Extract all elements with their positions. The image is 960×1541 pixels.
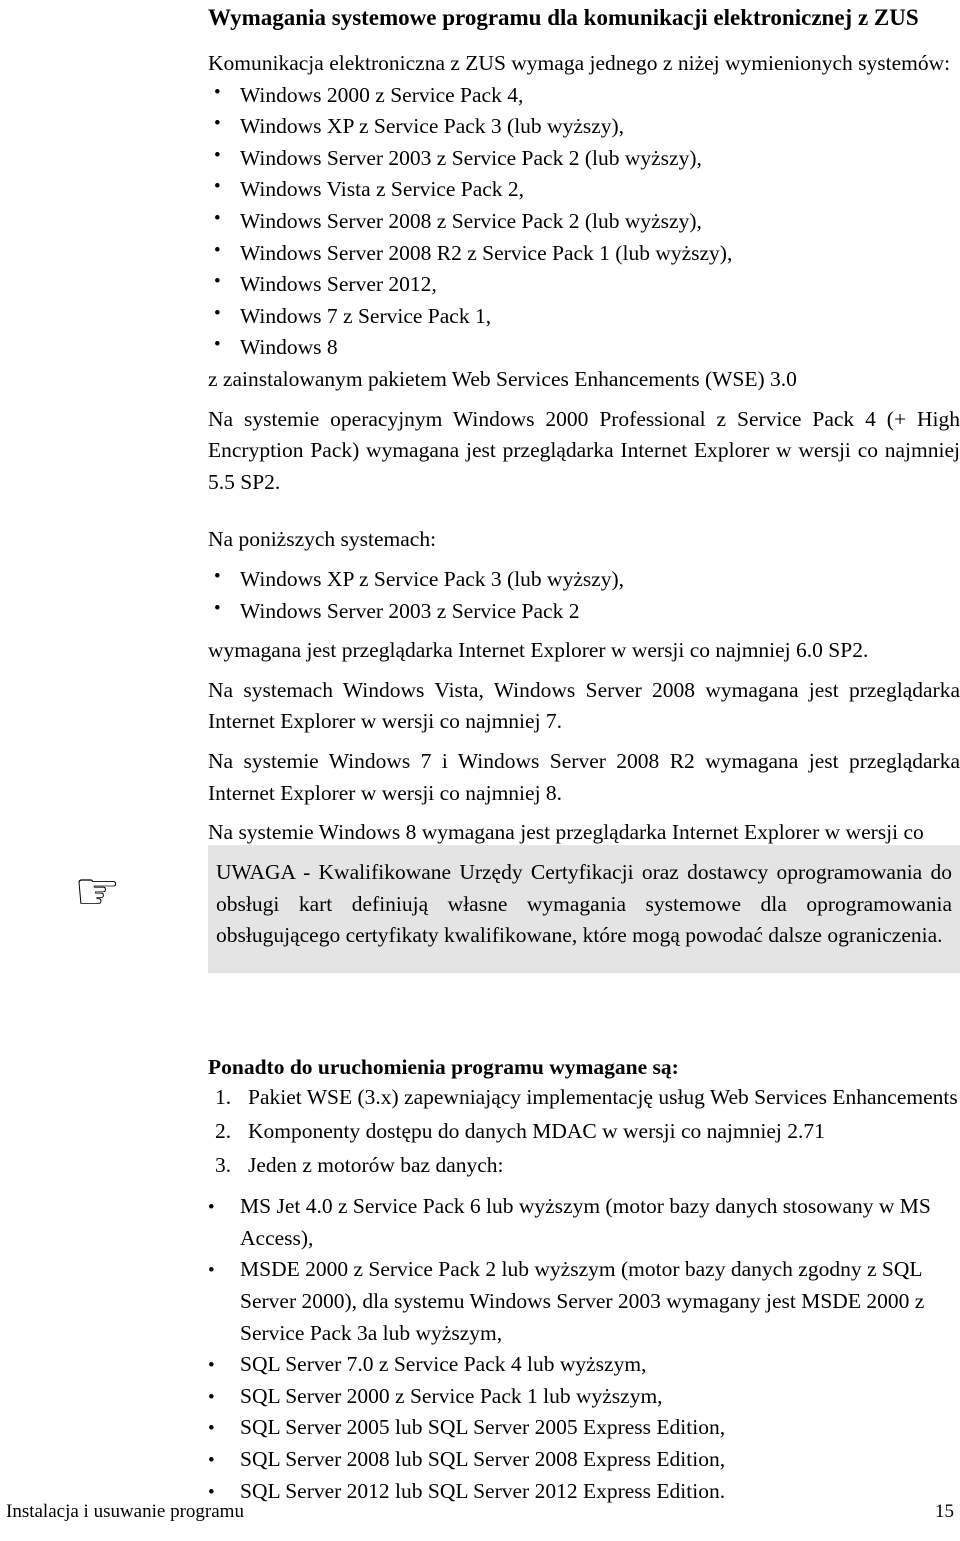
list-item: Windows Server 2008 z Service Pack 2 (lu…	[208, 205, 960, 238]
list-item: MSDE 2000 z Service Pack 2 lub wyższym (…	[208, 1254, 960, 1349]
list-item: Windows Server 2003 z Service Pack 2 (lu…	[208, 142, 960, 175]
list-item: SQL Server 2000 z Service Pack 1 lub wyż…	[208, 1381, 960, 1413]
list-item: Komponenty dostępu do danych MDAC w wers…	[215, 1116, 825, 1147]
list-item: Windows XP z Service Pack 3 (lub wyższy)…	[208, 110, 960, 143]
list-item: MS Jet 4.0 z Service Pack 6 lub wyższym …	[208, 1191, 960, 1254]
list-item: SQL Server 2005 lub SQL Server 2005 Expr…	[208, 1412, 960, 1444]
paragraph-ie7: Na systemach Windows Vista, Windows Serv…	[208, 677, 960, 734]
ponizsze-systems-list: Windows XP z Service Pack 3 (lub wyższy)…	[208, 563, 960, 628]
document-content: Wymagania systemowe programu dla komunik…	[208, 0, 960, 1507]
list-item: Windows Server 2008 R2 z Service Pack 1 …	[208, 237, 960, 270]
pointing-hand-icon: ☞	[74, 862, 121, 922]
list-item: Windows Server 2003 z Service Pack 2	[208, 595, 960, 628]
paragraph-ponizszych-intro: Na poniższych systemach:	[208, 527, 437, 552]
footer-chapter-label: Instalacja i usuwanie programu	[6, 1501, 244, 1522]
paragraph-ie8: Na systemie Windows 7 i Windows Server 2…	[208, 748, 960, 805]
document-page: Wymagania systemowe programu dla komunik…	[0, 0, 960, 1541]
list-item: Windows XP z Service Pack 3 (lub wyższy)…	[208, 563, 960, 596]
list-item: Jeden z motorów baz danych:	[215, 1150, 504, 1181]
list-item: Windows 2000 z Service Pack 4,	[208, 79, 960, 112]
list-item: Windows Vista z Service Pack 2,	[208, 173, 960, 206]
list-item: Windows 7 z Service Pack 1,	[208, 300, 960, 333]
database-engines-list: MS Jet 4.0 z Service Pack 6 lub wyższym …	[208, 1191, 960, 1507]
list-item: SQL Server 2008 lub SQL Server 2008 Expr…	[208, 1444, 960, 1476]
paragraph-ie6: wymagana jest przeglądarka Internet Expl…	[208, 638, 869, 663]
page-footer: Instalacja i usuwanie programu 15	[0, 1501, 960, 1523]
list-item: SQL Server 7.0 z Service Pack 4 lub wyżs…	[208, 1349, 960, 1381]
page-title: Wymagania systemowe programu dla komunik…	[208, 5, 919, 30]
uwaga-note-box: UWAGA - Kwalifikowane Urzędy Certyfikacj…	[208, 845, 960, 973]
list-item: Pakiet WSE (3.x) zapewniający implementa…	[215, 1082, 958, 1113]
intro-paragraph: Komunikacja elektroniczna z ZUS wymaga j…	[208, 51, 951, 76]
paragraph-windows2000: Na systemie operacyjnym Windows 2000 Pro…	[208, 406, 960, 494]
supported-os-list: Windows 2000 z Service Pack 4, Windows X…	[208, 79, 960, 364]
requirements-heading: Ponadto do uruchomienia programu wymagan…	[208, 1055, 679, 1080]
list-item: Windows Server 2012,	[208, 268, 960, 301]
footer-page-number: 15	[935, 1501, 954, 1522]
list-item: Windows 8	[208, 331, 960, 364]
os-list-tail: z zainstalowanym pakietem Web Services E…	[208, 366, 797, 391]
requirements-list: Pakiet WSE (3.x) zapewniający implementa…	[208, 1082, 960, 1181]
uwaga-note-text: UWAGA - Kwalifikowane Urzędy Certyfikacj…	[216, 860, 952, 948]
